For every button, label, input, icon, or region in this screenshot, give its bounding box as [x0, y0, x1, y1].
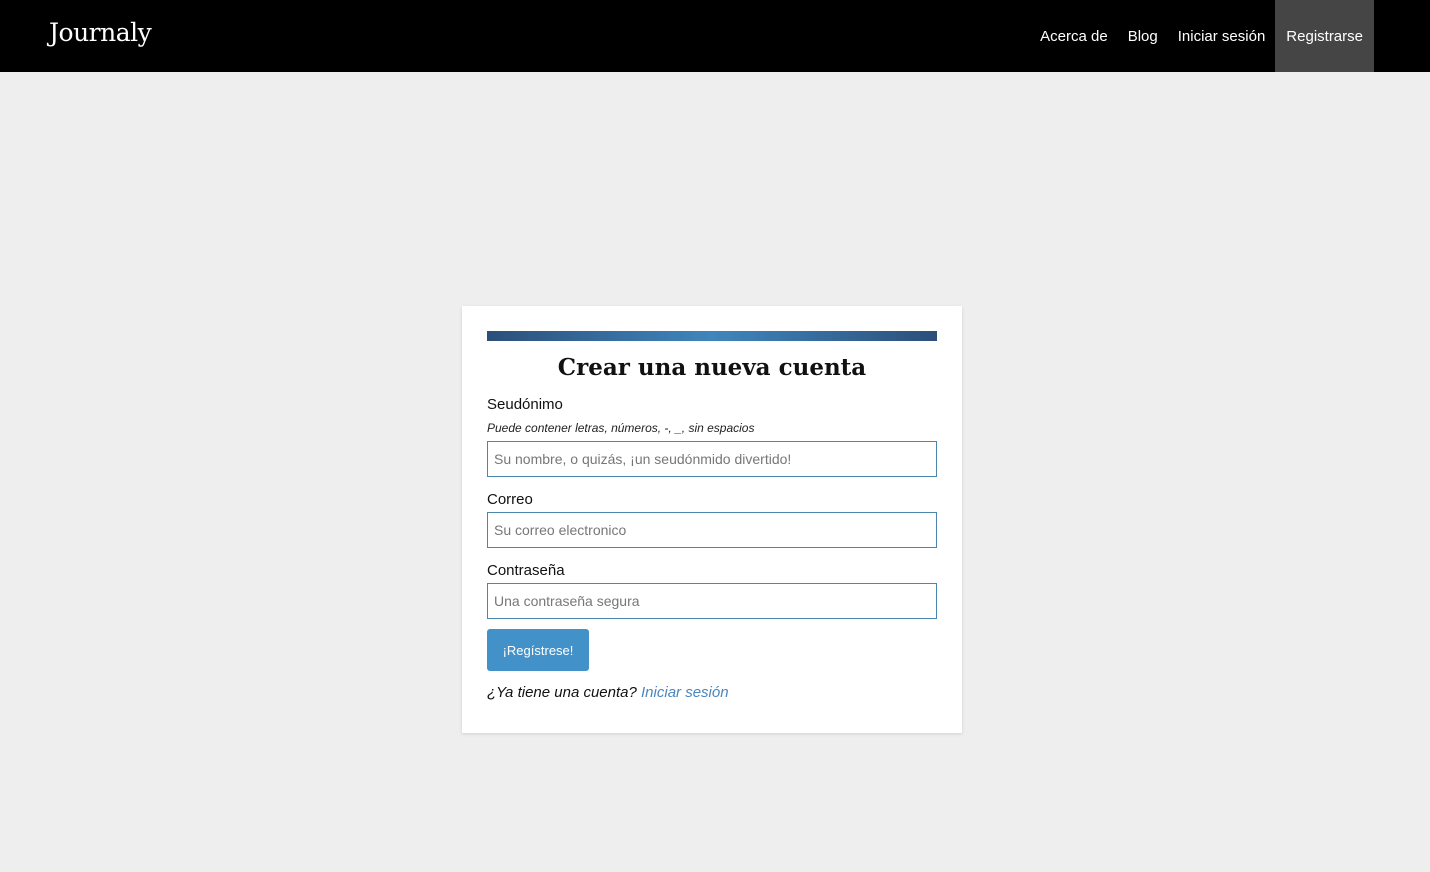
brand-logo[interactable]: Journaly: [49, 18, 152, 47]
card-accent-bar: [487, 331, 937, 341]
login-link[interactable]: Iniciar sesión: [641, 684, 729, 701]
main-nav: Acerca de Blog Iniciar sesión Registrars…: [1030, 0, 1374, 72]
top-navbar: Journaly Acerca de Blog Iniciar sesión R…: [0, 0, 1430, 72]
register-button[interactable]: ¡Regístrese!: [487, 629, 589, 671]
username-input[interactable]: [487, 441, 937, 477]
nav-link-blog[interactable]: Blog: [1118, 0, 1168, 72]
username-hint: Puede contener letras, números, -, _, si…: [487, 421, 755, 435]
password-label: Contraseña: [487, 562, 565, 579]
signup-card: Crear una nueva cuenta Seudónimo Puede c…: [462, 306, 962, 733]
username-label: Seudónimo: [487, 396, 563, 413]
nav-link-signup[interactable]: Registrarse: [1275, 0, 1374, 72]
email-input[interactable]: [487, 512, 937, 548]
login-prompt-line: ¿Ya tiene una cuenta? Iniciar sesión: [487, 683, 937, 703]
login-prompt-text: ¿Ya tiene una cuenta?: [487, 684, 637, 701]
page-title: Crear una nueva cuenta: [557, 354, 867, 381]
nav-link-about[interactable]: Acerca de: [1030, 0, 1118, 72]
password-input[interactable]: [487, 583, 937, 619]
nav-link-login[interactable]: Iniciar sesión: [1168, 0, 1276, 72]
email-label: Correo: [487, 491, 533, 508]
